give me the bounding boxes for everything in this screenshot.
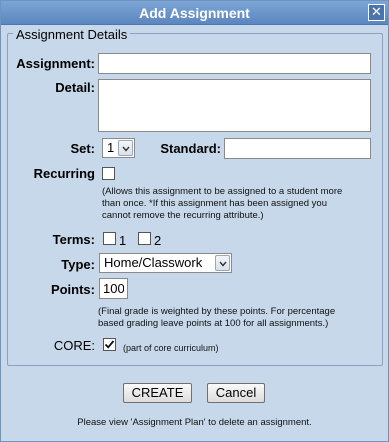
dialog-title: Add Assignment [139,5,250,21]
close-button[interactable]: ✕ [368,4,385,21]
create-button[interactable]: CREATE [123,383,192,403]
recurring-note: (Allows this assignment to be assigned t… [102,186,384,222]
points-note: (Final grade is weighted by these points… [98,306,383,330]
recurring-checkbox[interactable] [102,167,115,180]
core-note: (part of core curriculum) [123,343,219,353]
term-1-label: 1 [119,233,127,248]
core-checkbox[interactable] [103,338,116,351]
detail-textarea[interactable] [98,79,371,132]
standard-input[interactable] [224,138,371,159]
detail-label: Detail: [55,80,95,95]
term-1-checkbox[interactable] [103,232,116,245]
points-note-line: (Final grade is weighted by these points… [98,306,336,317]
type-select[interactable]: Home/Classwork [99,253,232,273]
points-label: Points: [50,282,95,297]
add-assignment-dialog: Add Assignment ✕ Assignment Details Assi… [0,0,389,442]
term-2-checkbox[interactable] [138,232,151,245]
type-select-value: Home/Classwork [104,255,203,270]
assignment-details-legend: Assignment Details [13,27,131,42]
cancel-button[interactable]: Cancel [207,383,265,403]
set-label: Set: [70,141,95,156]
recurring-note-line: (Allows this assignment to be assigned t… [102,186,343,197]
close-icon: ✕ [371,4,382,19]
chevron-down-icon[interactable] [215,255,230,271]
assignment-input[interactable] [98,53,371,74]
recurring-note-line: cannot remove the recurring attribute.) [102,210,264,221]
term-2-label: 2 [154,233,162,248]
set-select-value: 1 [107,140,115,155]
points-note-line: based grading leave points at 100 for al… [98,318,329,329]
recurring-note-line: than once. *If this assignment has been … [102,198,327,209]
dialog-titlebar[interactable]: Add Assignment ✕ [1,1,388,25]
assignment-label: Assignment: [16,56,95,71]
points-input[interactable] [99,278,128,299]
delete-hint-text: Please view 'Assignment Plan' to delete … [77,417,312,428]
core-label: CORE: [53,338,95,353]
set-select[interactable]: 1 [102,138,135,158]
terms-label: Terms: [52,232,95,247]
checkmark-icon [104,340,115,349]
type-label: Type: [61,257,95,272]
recurring-label: Recurring [33,166,95,181]
chevron-down-icon[interactable] [118,140,133,156]
standard-label: Standard: [160,141,221,156]
